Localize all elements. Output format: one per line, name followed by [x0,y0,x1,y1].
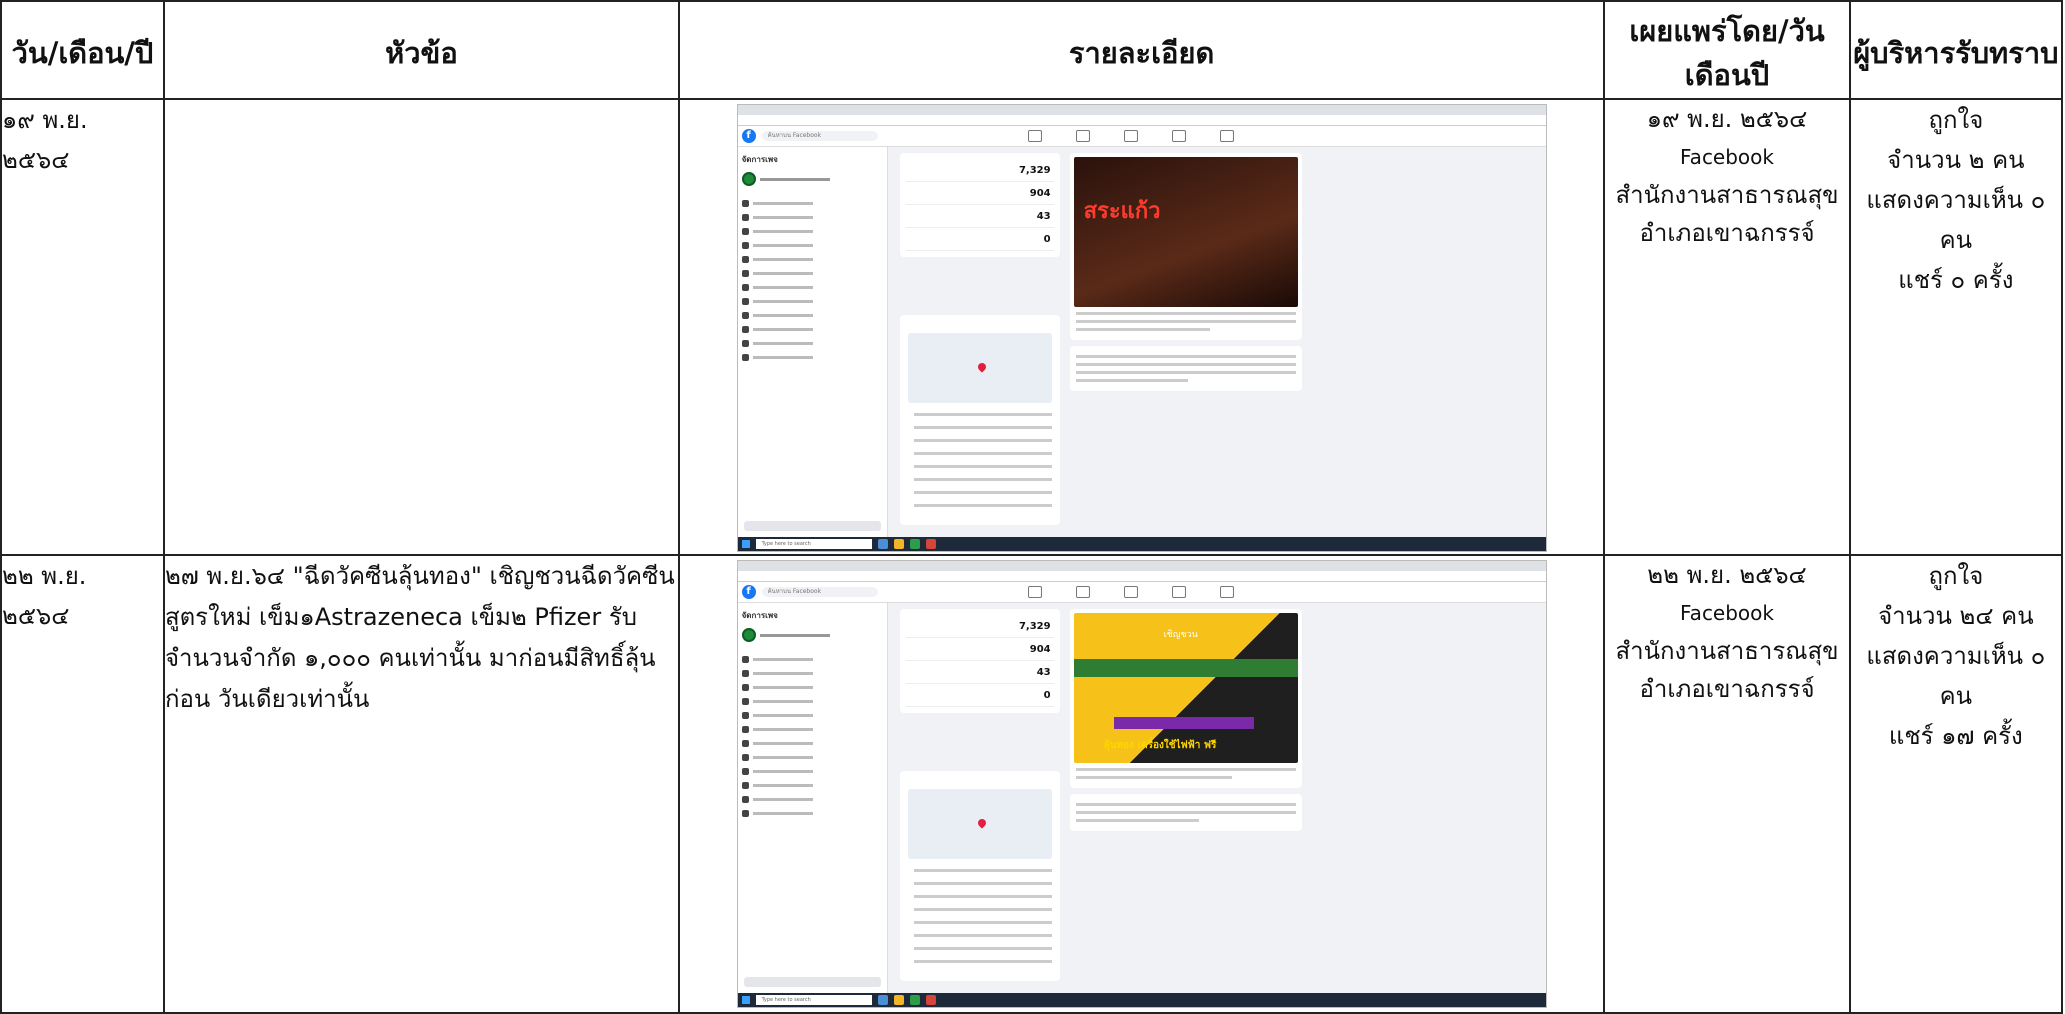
facebook-search-input: ค้นหาบน Facebook [761,131,878,141]
insights-card: 7,329 904 43 0 [899,609,1060,713]
ack-comments: แสดงความเห็น ๐ คน [1866,642,2046,710]
header-date: วัน/เดือน/ปี [0,0,165,100]
stat-value: 7,329 [1018,620,1051,632]
header-ack: ผู้บริหารรับทราบ [1848,0,2064,100]
about-card [899,315,1060,525]
about-card [899,771,1060,981]
poster-bottom-text: ลุ้นทอง เครื่องใช้ไฟฟ้า ฟรี [1103,740,1217,751]
poster-headline: เชิญชวน [1163,630,1198,640]
stat-value: 43 [1036,666,1051,678]
map-thumbnail [907,789,1052,859]
ack-cell: ถูกใจ จำนวน ๒๔ คน แสดงความเห็น ๐ คน แชร์… [1848,554,2064,1014]
facebook-nav-icons [1027,586,1234,598]
stat-value: 904 [1029,643,1051,655]
facebook-screenshot: f ค้นหาบน Facebook จัดการเพจ 7,329 904 4… [736,560,1547,1008]
post-feed: เชิญชวน ลุ้นทอง เครื่องใช้ไฟฟ้า ฟรี [1069,603,1302,993]
windows-start-icon [741,540,750,548]
facebook-logo-icon: f [741,585,756,599]
stat-value: 0 [1043,689,1051,701]
facebook-topbar: f ค้นหาบน Facebook [737,126,1546,147]
published-org: สำนักงานสาธารณสุขอำเภอเขาฉกรรจ์ [1615,637,1839,703]
published-channel: Facebook [1680,145,1774,169]
stat-value: 0 [1043,233,1051,245]
manage-page-sidebar: จัดการเพจ [737,603,888,993]
stat-value: 904 [1029,187,1051,199]
detail-cell: f ค้นหาบน Facebook จัดการเพจ 7,329 904 4… [677,98,1606,556]
map-pin-icon [975,817,988,829]
taskbar-search: Type here to search [755,539,872,549]
header-row: วัน/เดือน/ปี หัวข้อ รายละเอียด เผยแพร่โด… [0,0,2064,100]
windows-start-icon [741,996,750,1004]
table-row: ๑๙ พ.ย. ๒๕๖๔ f ค้นหาบน Facebook จัดการเพ… [0,98,2064,556]
ack-likes-count: จำนวน ๒๔ คน [1878,602,2034,630]
header-topic: หัวข้อ [162,0,680,100]
facebook-nav-icons [1027,130,1234,142]
date-cell: ๒๒ พ.ย. ๒๕๖๔ [0,554,165,1014]
ack-shares: แชร์ ๑๗ ครั้ง [1888,722,2023,750]
report-table: วัน/เดือน/ปี หัวข้อ รายละเอียด เผยแพร่โด… [0,0,2064,1014]
manage-page-sidebar: จัดการเพจ [737,147,888,537]
published-date: ๒๒ พ.ย. ๒๕๖๔ [1647,561,1807,589]
published-cell: ๑๙ พ.ย. ๒๕๖๔ Facebook สำนักงานสาธารณสุขอ… [1603,98,1851,556]
browser-tabs [737,561,1546,571]
stat-value: 7,329 [1018,164,1051,176]
published-date: ๑๙ พ.ย. ๒๕๖๔ [1646,105,1808,133]
sidebar-title: จัดการเพจ [741,611,778,620]
ack-likes-count: จำนวน ๒ คน [1887,146,2025,174]
date-cell: ๑๙ พ.ย. ๒๕๖๔ [0,98,165,556]
taskbar-search: Type here to search [755,995,872,1005]
post-image: เชิญชวน ลุ้นทอง เครื่องใช้ไฟฟ้า ฟรี [1073,613,1298,763]
published-org: สำนักงานสาธารณสุขอำเภอเขาฉกรรจ์ [1615,181,1839,247]
topic-cell [162,98,680,556]
table-row: ๒๒ พ.ย. ๒๕๖๔ ๒๗ พ.ย.๖๔ "ฉีดวัคซีนลุ้นทอง… [0,554,2064,1014]
detail-cell: f ค้นหาบน Facebook จัดการเพจ 7,329 904 4… [677,554,1606,1014]
address-bar [737,571,1546,582]
insights-card: 7,329 904 43 0 [899,153,1060,257]
address-bar [737,115,1546,126]
sidebar-title: จัดการเพจ [741,155,778,164]
post-card: สระแก้ว [1069,153,1302,340]
published-channel: Facebook [1680,601,1774,625]
map-thumbnail [907,333,1052,403]
date-year: ๒๕๖๔ [2,146,70,174]
ack-likes-label: ถูกใจ [1928,106,1984,134]
date-day-month: ๒๒ พ.ย. [2,562,87,590]
facebook-search-input: ค้นหาบน Facebook [761,587,878,597]
ack-cell: ถูกใจ จำนวน ๒ คน แสดงความเห็น ๐ คน แชร์ … [1848,98,2064,556]
ack-likes-label: ถูกใจ [1928,562,1984,590]
windows-taskbar: Type here to search [737,993,1546,1007]
browser-tabs [737,105,1546,115]
published-cell: ๒๒ พ.ย. ๒๕๖๔ Facebook สำนักงานสาธารณสุขอ… [1603,554,1851,1014]
post-card: เชิญชวน ลุ้นทอง เครื่องใช้ไฟฟ้า ฟรี [1069,609,1302,788]
stat-value: 43 [1036,210,1051,222]
topic-cell: ๒๗ พ.ย.๖๔ "ฉีดวัคซีนลุ้นทอง" เชิญชวนฉีดว… [162,554,680,1014]
facebook-screenshot: f ค้นหาบน Facebook จัดการเพจ 7,329 904 4… [736,104,1547,552]
map-pin-icon [975,361,988,373]
header-published: เผยแพร่โดย/วันเดือนปี [1603,0,1851,100]
date-day-month: ๑๙ พ.ย. [2,106,88,134]
post-image: สระแก้ว [1073,157,1298,307]
windows-taskbar: Type here to search [737,537,1546,551]
header-detail: รายละเอียด [677,0,1606,100]
facebook-topbar: f ค้นหาบน Facebook [737,582,1546,603]
poster-headline: สระแก้ว [1083,199,1161,224]
page-avatar [741,628,883,642]
date-year: ๒๕๖๔ [2,602,70,630]
facebook-logo-icon: f [741,129,756,143]
post-feed: สระแก้ว [1069,147,1302,537]
ack-shares: แชร์ ๐ ครั้ง [1898,266,2014,294]
page-avatar [741,172,883,186]
ack-comments: แสดงความเห็น ๐ คน [1866,186,2046,254]
